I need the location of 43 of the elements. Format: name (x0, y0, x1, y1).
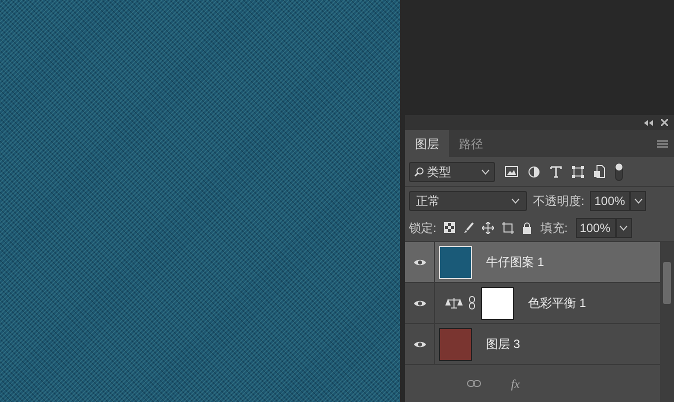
blend-mode-dropdown[interactable]: 正常 (409, 190, 527, 210)
layer-name: 色彩平衡 1 (528, 295, 586, 312)
scrollbar[interactable] (660, 242, 674, 402)
transform-icon[interactable] (572, 166, 584, 178)
eye-icon[interactable] (412, 258, 426, 266)
toggle-switch-icon[interactable] (615, 162, 623, 180)
half-circle-icon[interactable] (528, 166, 540, 178)
image-icon[interactable] (505, 166, 518, 177)
caret-icon (619, 224, 628, 230)
fill-field[interactable]: 100% (576, 218, 616, 238)
caret-icon (481, 168, 490, 174)
eye-icon[interactable] (412, 298, 426, 308)
layer-name: 图层 3 (486, 336, 520, 353)
panel-tab[interactable]: 图层 (405, 130, 449, 157)
opacity-dropdown-button[interactable] (630, 190, 646, 210)
filter-dropdown[interactable]: 类型 (409, 162, 495, 182)
layer-row[interactable]: 色彩平衡 1 (405, 283, 660, 324)
caret-icon (511, 198, 520, 204)
balance-scale-icon (445, 297, 463, 309)
search-icon (414, 166, 424, 176)
move-icon[interactable] (482, 222, 494, 234)
eye-icon[interactable] (412, 340, 426, 348)
lock-icon[interactable] (522, 222, 532, 234)
fx-button[interactable]: fx (511, 374, 520, 392)
collapse-icon[interactable] (644, 120, 653, 126)
opacity-label: 不透明度: (533, 192, 584, 210)
document-icon[interactable] (594, 165, 605, 178)
caret-icon (634, 198, 643, 204)
brush-icon[interactable] (463, 222, 474, 234)
fill-dropdown-button[interactable] (616, 218, 632, 238)
checkerboard-icon[interactable] (444, 222, 456, 233)
crop-frame-icon[interactable] (502, 222, 514, 234)
opacity-field[interactable]: 100% (590, 190, 630, 210)
link-icon[interactable] (467, 380, 481, 387)
layer-row[interactable]: 图层 3 (405, 324, 660, 365)
chain-link-icon (469, 296, 475, 310)
menu-icon[interactable] (657, 140, 668, 148)
fill-label: 填充: (540, 220, 568, 236)
layer-row[interactable]: 牛仔图案 1 (405, 242, 660, 283)
close-icon[interactable] (661, 119, 668, 126)
lock-label: 锁定: (409, 220, 436, 236)
layer-name: 牛仔图案 1 (486, 254, 544, 271)
type-icon[interactable] (550, 166, 562, 178)
